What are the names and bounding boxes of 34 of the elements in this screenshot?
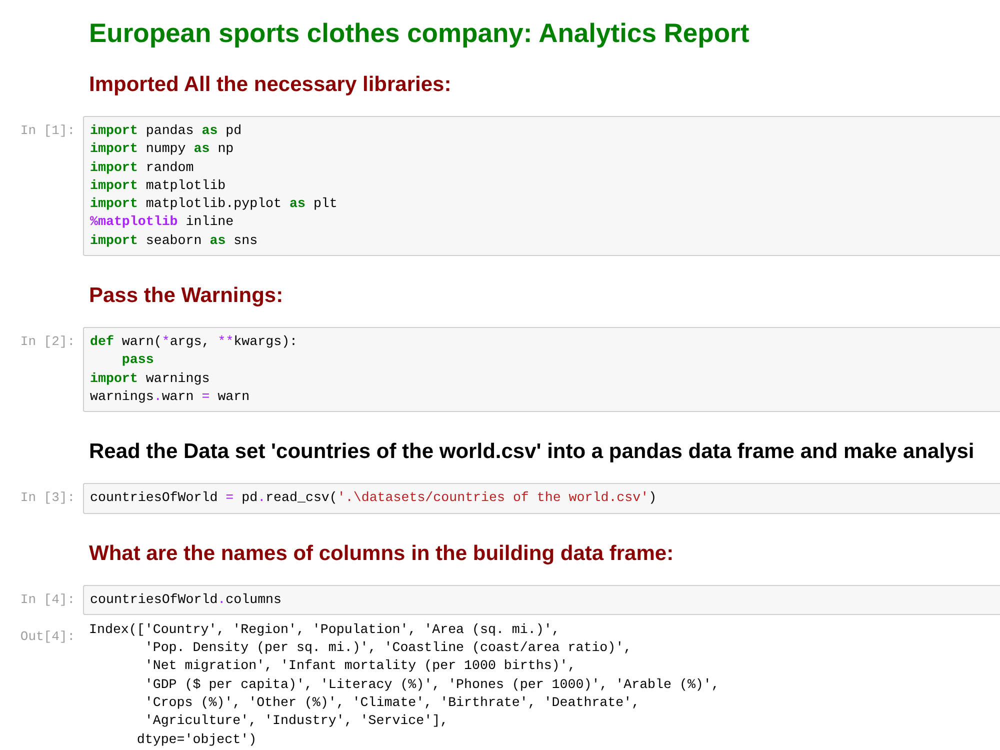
output-prompt: Out[4]: xyxy=(20,628,75,646)
code-line: import numpy as np xyxy=(90,140,234,158)
output-line: 'GDP ($ per capita)', 'Literacy (%)', 'Phones (per 1000)', 'Arable (%)', xyxy=(144,676,720,694)
notebook-title: European sports clothes company: Analytics Report xyxy=(89,18,750,48)
code-line: import matplotlib xyxy=(90,176,226,195)
section-heading: Pass the Warnings: xyxy=(89,283,284,310)
code-line: countriesOfWorld.columns xyxy=(90,590,282,609)
section-heading: Imported All the necessary libraries: xyxy=(89,72,452,98)
code-line: warnings.warn = warn xyxy=(90,388,250,406)
output-line: dtype='object') xyxy=(136,730,257,749)
input-prompt: In [3]: xyxy=(20,489,75,508)
code-line: import pandas as pd xyxy=(90,122,242,140)
code-line: import warnings xyxy=(90,370,210,388)
code-cell[interactable]: countriesOfWorld = pd.read_csv('.\datasets/countries of the world.csv') xyxy=(83,483,1000,514)
input-prompt: In [4]: xyxy=(20,590,75,609)
output-line: 'Agriculture', 'Industry', 'Service'], xyxy=(144,712,448,730)
code-line: pass xyxy=(122,351,154,370)
code-line: import seaborn as sns xyxy=(90,232,258,250)
section-heading: Read the Data set 'countries of the world.csv' into a pandas data frame and make analysi xyxy=(89,439,974,466)
code-line: import matplotlib.pyplot as plt xyxy=(90,195,338,214)
code-cell[interactable]: import pandas as pd import numpy as np import random import matplotlib import matplotlib.pyplot as plt %matplotlib inline import seaborn as sns xyxy=(83,116,1000,256)
output-line: 'Crops (%)', 'Other (%)', 'Climate', 'Birthrate', 'Deathrate', xyxy=(144,694,640,712)
code-line: import random xyxy=(90,158,194,177)
section-heading: What are the names of columns in the building data frame: xyxy=(89,540,674,567)
input-prompt: In [1]: xyxy=(20,122,75,140)
input-prompt: In [2]: xyxy=(20,333,75,352)
output-line: 'Pop. Density (per sq. mi.)', 'Coastline (coast/area ratio)', xyxy=(144,639,632,658)
output-line: Index(['Country', 'Region', 'Population', 'Area (sq. mi.)', xyxy=(89,620,560,639)
code-line: %matplotlib inline xyxy=(90,213,234,232)
code-cell[interactable]: countriesOfWorld.columns xyxy=(83,584,1000,615)
code-cell[interactable]: def warn(*args, **kwargs): pass import warnings warnings.warn = warn xyxy=(83,327,1000,412)
code-line: countriesOfWorld = pd.read_csv('.\datasets/countries of the world.csv') xyxy=(90,489,657,508)
output-line: 'Net migration', 'Infant mortality (per 1000 births)', xyxy=(144,657,576,676)
code-line: def warn(*args, **kwargs): xyxy=(90,333,298,352)
